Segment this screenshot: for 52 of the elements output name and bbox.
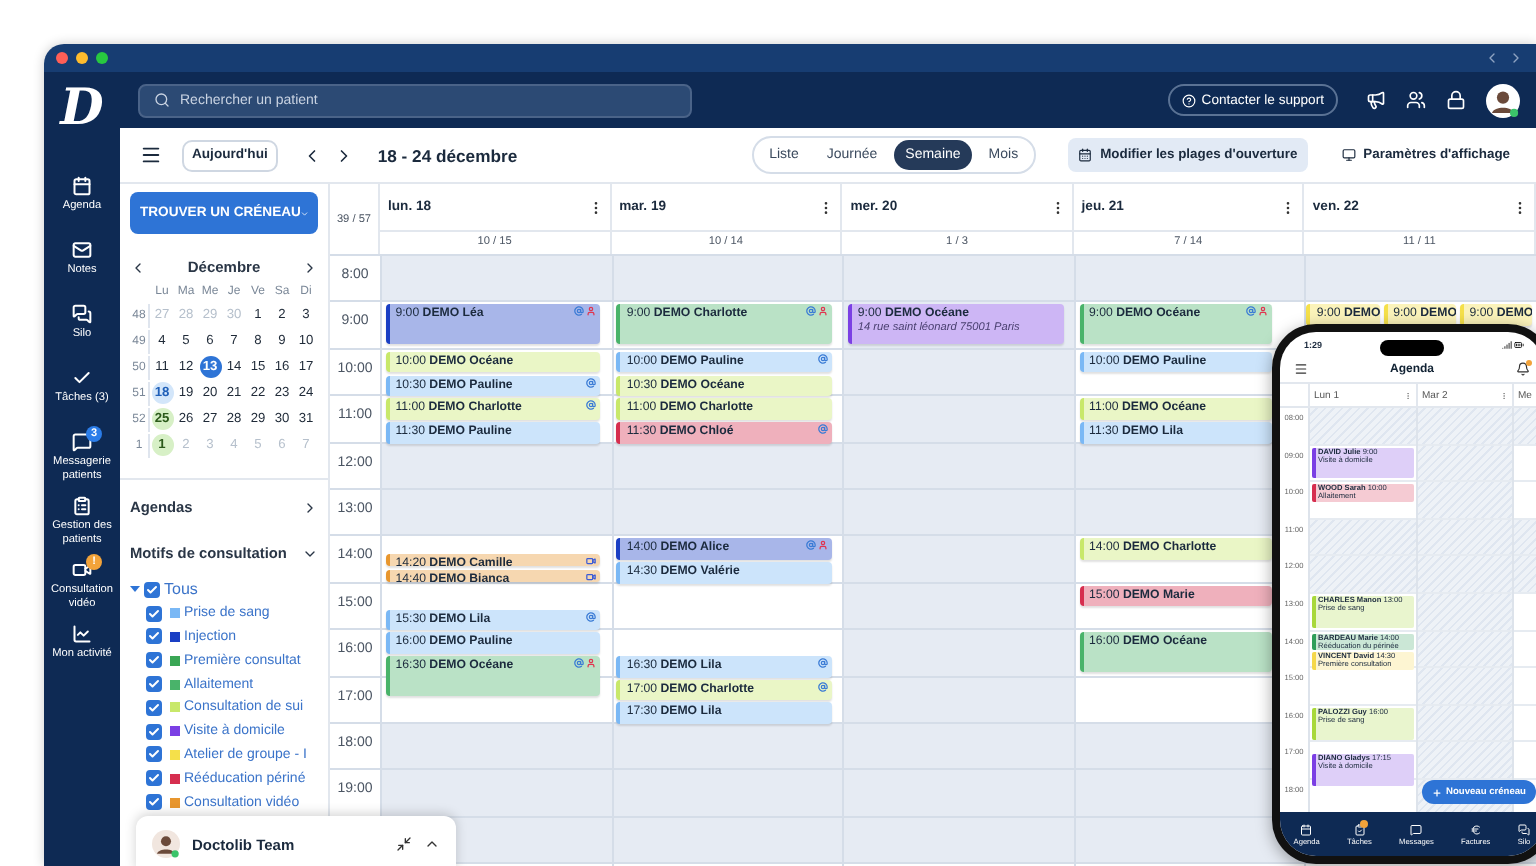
checkbox[interactable] [146,746,162,763]
bell-icon[interactable] [1516,362,1530,376]
calendar-icon [1300,823,1313,835]
camera-notch [1380,339,1444,355]
checkbox[interactable] [146,605,162,622]
chat-bubbles-icon [72,304,92,324]
clipboard-icon [72,496,92,516]
back-icon[interactable] [1484,50,1500,66]
previous-month-icon[interactable] [130,259,146,275]
checkbox[interactable] [146,676,162,693]
checkbox[interactable] [146,699,162,716]
logo: D [60,80,104,136]
checkbox[interactable] [146,652,162,669]
next-month-icon[interactable] [302,259,318,275]
checkbox[interactable] [144,581,160,598]
minimize-button[interactable] [76,52,88,64]
line-chart-icon [72,624,92,644]
checkbox[interactable] [146,628,162,645]
clipboard-icon [1353,823,1366,835]
chat-bubbles-icon [1517,823,1530,835]
message-icon [72,432,92,452]
avatar [152,830,180,858]
euro-icon [1469,823,1482,835]
zoom-button[interactable] [96,52,108,64]
lock-icon[interactable] [1446,90,1466,110]
battery-icon [1513,339,1524,349]
mail-icon [72,240,92,260]
megaphone-icon[interactable] [1366,90,1386,110]
date-range: 18 - 24 décembre [377,145,518,165]
filter-label: Tous [164,580,198,599]
minimize-icon[interactable] [396,836,412,852]
monitor-icon [1341,148,1356,162]
video-icon [72,560,92,580]
checkbox[interactable] [146,770,162,787]
users-icon[interactable] [1406,90,1426,110]
calendar-icon [72,176,92,196]
check-icon [72,368,92,388]
plus-icon [1432,787,1442,797]
forward-icon[interactable] [1508,50,1524,66]
chevron-icon[interactable] [302,499,318,515]
message-icon [1410,823,1423,835]
avatar[interactable] [1486,83,1520,117]
close-button[interactable] [56,52,68,64]
search-icon [154,92,170,108]
expand-icon[interactable] [424,836,440,852]
checkbox[interactable] [146,723,162,740]
caret-icon[interactable] [130,584,140,595]
calendar-icon [1078,148,1093,162]
checkbox[interactable] [146,794,162,811]
menu-icon[interactable] [140,144,162,166]
help-icon [1181,93,1196,107]
signal-icon [1501,339,1512,349]
